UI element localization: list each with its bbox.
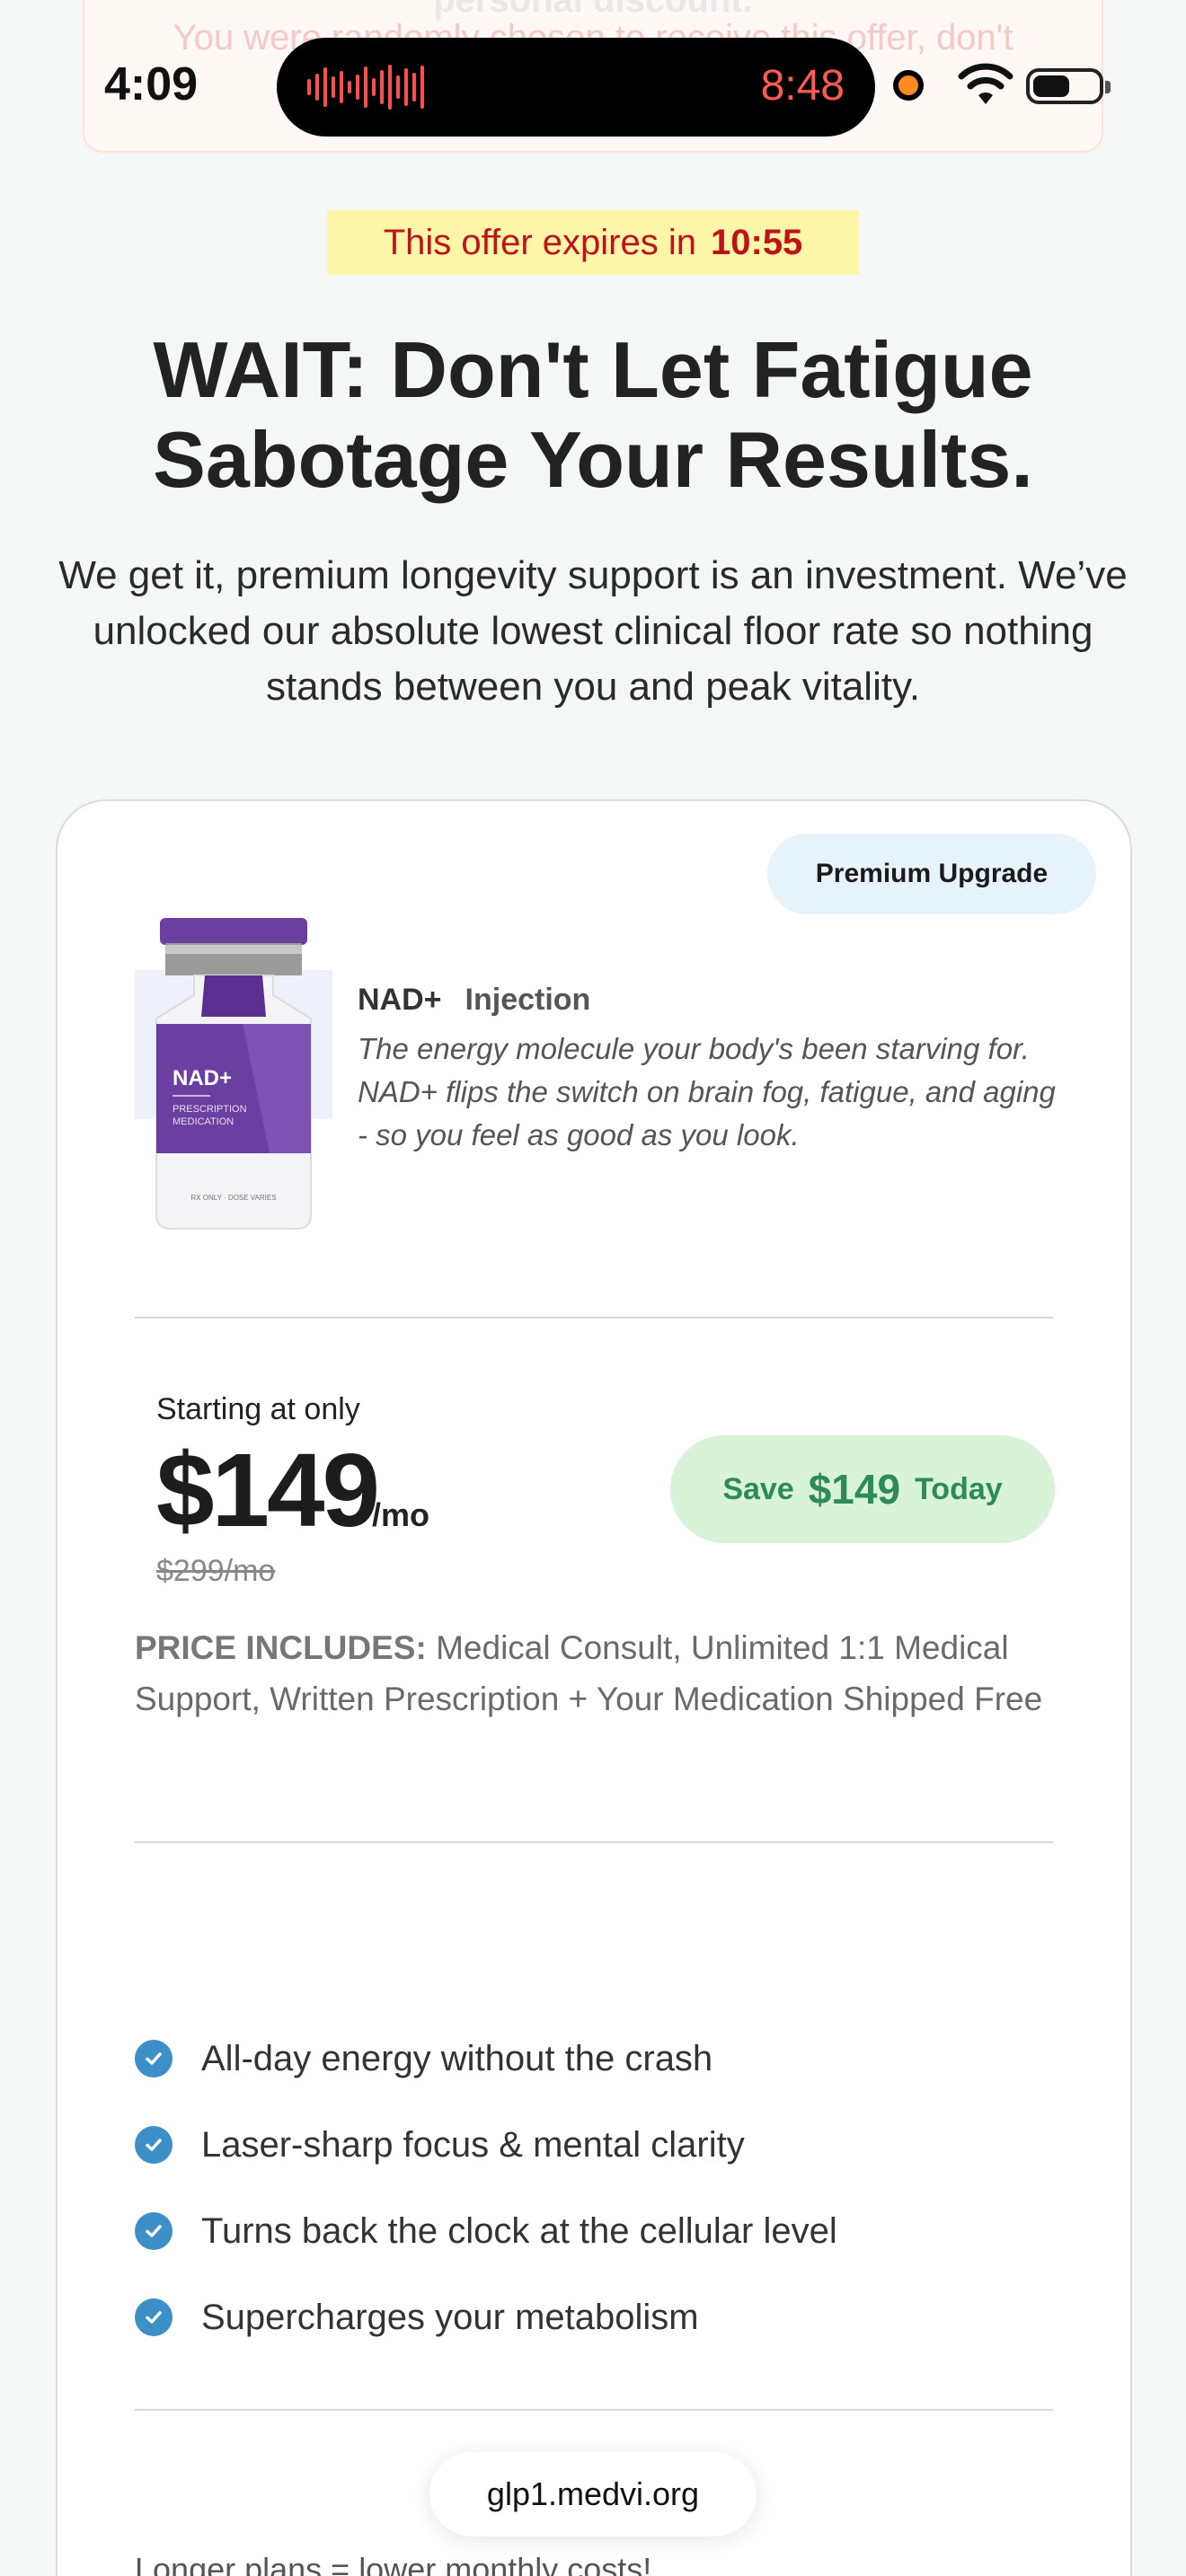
product-name: NAD+: [358, 983, 442, 1017]
starting-label: Starting at only: [156, 1392, 360, 1426]
product-description: The energy molecule your body's been sta…: [358, 1032, 1056, 1151]
recording-indicator-icon: [893, 70, 924, 101]
browser-url-bar[interactable]: glp1.medvi.org: [429, 2452, 757, 2536]
monthly-price: $149: [156, 1432, 380, 1548]
benefit-text: Supercharges your metabolism: [201, 2297, 699, 2337]
product-card[interactable]: Premium Upgrade NAD+ PRESCRIPTION MEDICA…: [56, 799, 1132, 2576]
save-prefix: Save: [722, 1471, 794, 1506]
check-circle-icon: [135, 2040, 173, 2078]
benefit-text: Laser-sharp focus & mental clarity: [201, 2124, 745, 2165]
vial-sub2-text: MEDICATION: [173, 1116, 234, 1127]
offer-countdown: This offer expires in 10:55: [327, 210, 859, 275]
vial-sub1-text: PRESCRIPTION: [173, 1104, 247, 1115]
divider: [135, 1317, 1053, 1319]
page-subheadline: We get it, premium longevity support is …: [58, 553, 1128, 709]
benefit-text: All-day energy without the crash: [201, 2038, 713, 2078]
price-includes: PRICE INCLUDES: Medical Consult, Unlimit…: [135, 1622, 1060, 1725]
status-time: 4:09: [104, 58, 199, 110]
recording-timer: 8:48: [760, 62, 845, 110]
product-type: Injection: [465, 983, 591, 1017]
save-amount: $149: [808, 1466, 901, 1513]
savings-badge: Save $149 Today: [670, 1435, 1055, 1543]
plans-note: Longer plans = lower monthly costs!: [135, 2551, 652, 2576]
nad-vial-image: NAD+ PRESCRIPTION MEDICATION RX ONLY · D…: [135, 918, 332, 1230]
benefit-item: Turns back the clock at the cellular lev…: [135, 2188, 1060, 2274]
countdown-label: This offer expires in: [383, 222, 696, 262]
check-circle-icon: [135, 2126, 173, 2164]
check-circle-icon: [135, 2298, 173, 2336]
dynamic-island[interactable]: 8:48: [277, 38, 875, 137]
audio-wave-icon: [307, 65, 424, 110]
vial-label-text: NAD+: [173, 1066, 232, 1090]
check-circle-icon: [135, 2212, 173, 2250]
original-price: $299/mo: [156, 1554, 276, 1588]
divider: [135, 2409, 1053, 2411]
benefit-item: Supercharges your metabolism: [135, 2274, 1060, 2360]
benefit-item: All-day energy without the crash: [135, 2016, 1060, 2102]
benefit-text: Turns back the clock at the cellular lev…: [201, 2210, 837, 2251]
save-suffix: Today: [915, 1471, 1003, 1506]
product-title: NAD+ Injection: [358, 983, 590, 1018]
vial-foot-text: RX ONLY · DOSE VARIES: [190, 1194, 276, 1202]
divider: [135, 1841, 1053, 1843]
benefits-list: All-day energy without the crash Laser-s…: [135, 2016, 1060, 2360]
benefit-item: Laser-sharp focus & mental clarity: [135, 2102, 1060, 2188]
page-headline: WAIT: Don't Let Fatigue Sabotage Your Re…: [153, 325, 1033, 504]
premium-upgrade-badge: Premium Upgrade: [767, 834, 1096, 914]
price-unit: /mo: [372, 1496, 430, 1533]
battery-icon: [1026, 68, 1111, 104]
wifi-icon: [958, 63, 1013, 104]
countdown-time: 10:55: [711, 222, 803, 262]
price-includes-label: PRICE INCLUDES:: [135, 1629, 427, 1666]
